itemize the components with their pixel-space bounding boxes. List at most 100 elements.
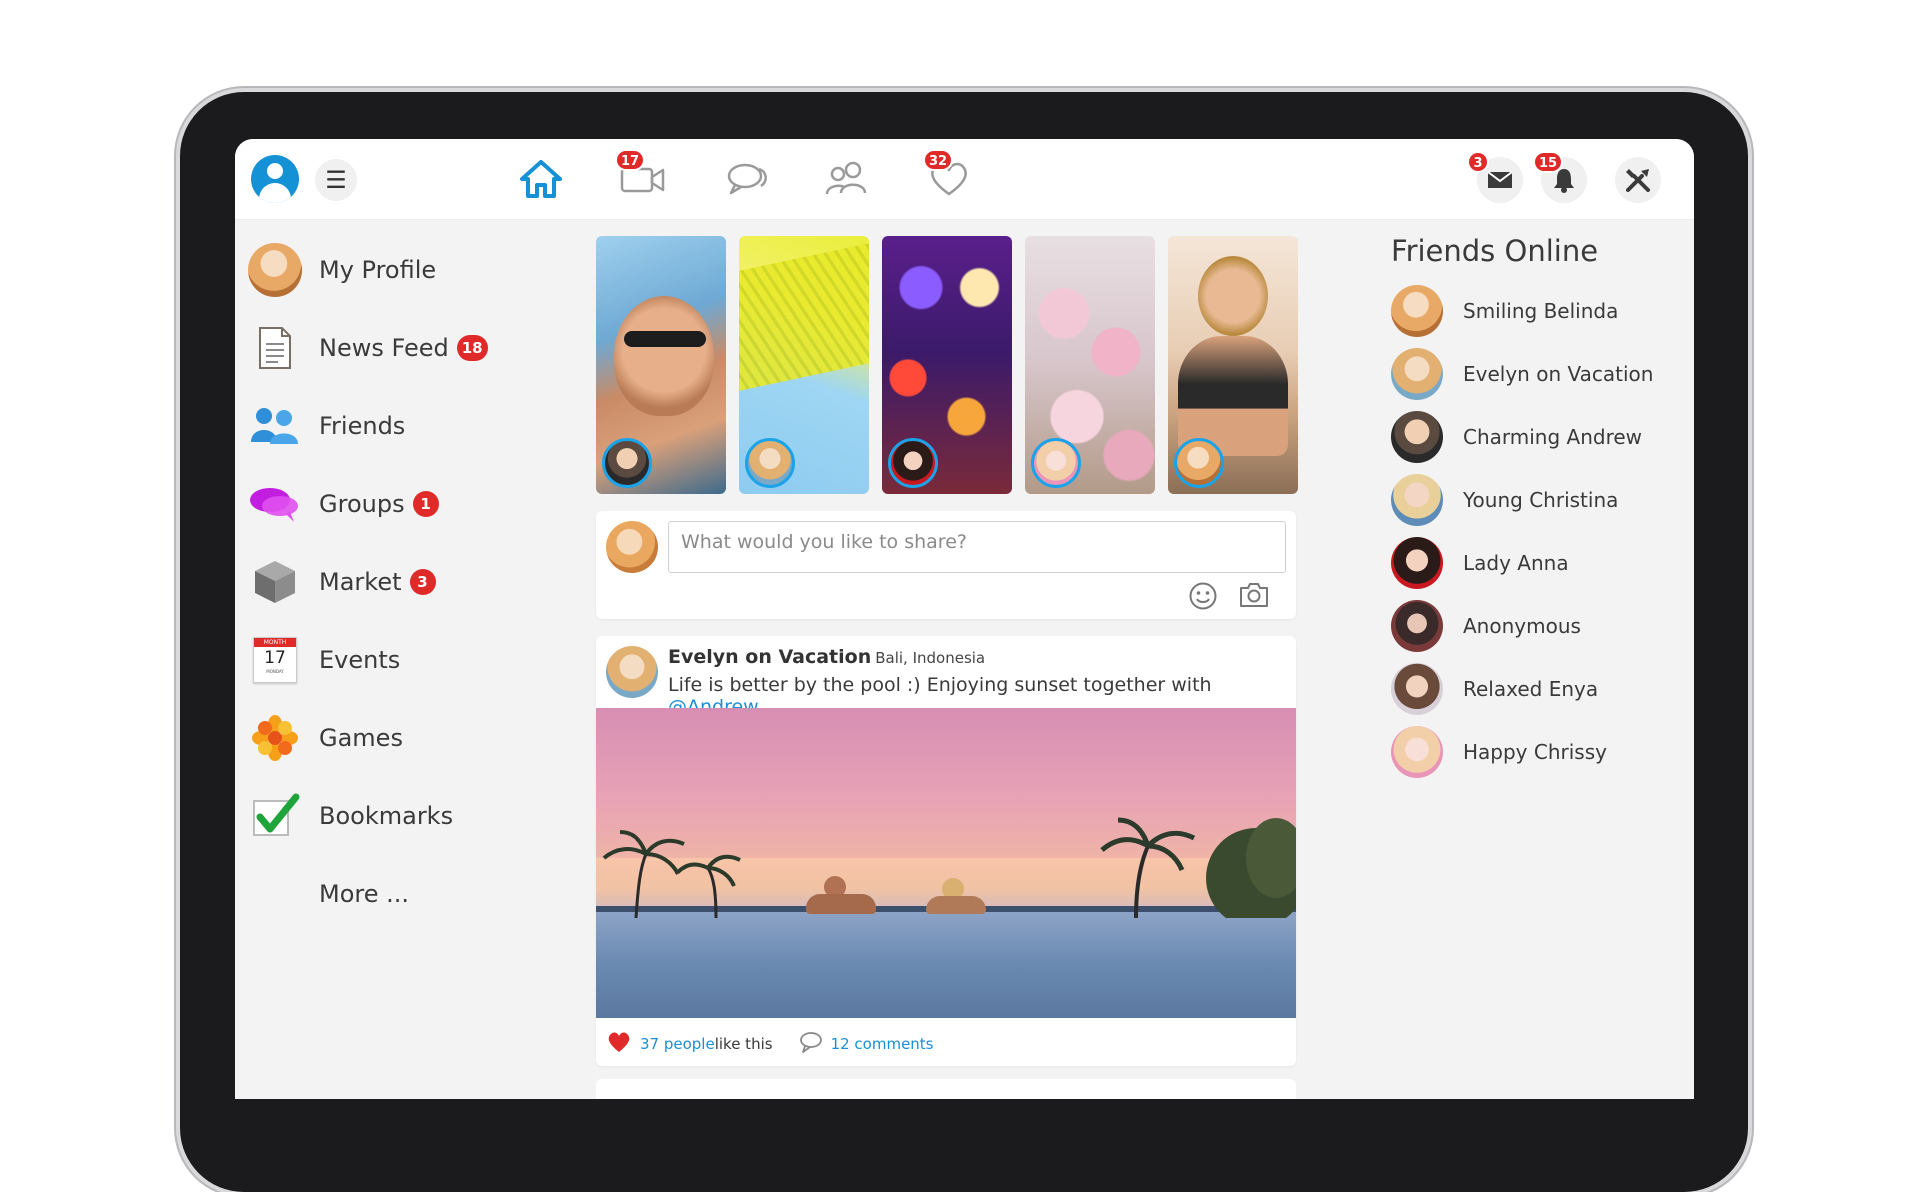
story-image (614, 296, 714, 416)
friend-name: Lady Anna (1463, 550, 1569, 575)
sidebar-item-label: Events (319, 646, 401, 674)
calendar-day: 17 (264, 648, 286, 668)
left-sidebar: My Profile News Feed 18 Friends Groups 1… (247, 231, 527, 933)
story-author-avatar (888, 438, 938, 488)
friend-avatar (1391, 536, 1443, 589)
sidebar-item-label: Groups (319, 490, 405, 518)
sidebar-item-label: Market (319, 568, 402, 596)
friends-online-title: Friends Online (1391, 234, 1599, 268)
sidebar-item-label: More ... (319, 880, 410, 908)
friend-item[interactable]: Evelyn on Vacation (1391, 342, 1681, 405)
composer-avatar (606, 521, 658, 573)
sidebar-item-news-feed[interactable]: News Feed 18 (247, 309, 527, 387)
friend-avatar (1391, 473, 1443, 526)
friend-name: Relaxed Enya (1463, 676, 1599, 701)
post-author-avatar[interactable] (606, 646, 658, 698)
heart-icon[interactable]: 32 (921, 149, 977, 205)
friend-name: Happy Chrissy (1463, 739, 1607, 764)
story-author-avatar (1031, 438, 1081, 488)
likes-badge: 32 (923, 149, 954, 171)
cube-icon (247, 554, 303, 610)
friend-name: Anonymous (1463, 613, 1581, 638)
person-silhouette (926, 896, 986, 914)
tools-icon[interactable] (1615, 157, 1661, 203)
story-card[interactable] (1168, 236, 1298, 494)
story-author-avatar (602, 438, 652, 488)
friend-item[interactable]: Relaxed Enya (1391, 657, 1681, 720)
sidebar-item-label: My Profile (319, 256, 437, 284)
friend-item[interactable]: Young Christina (1391, 468, 1681, 531)
post-location: Bali, Indonesia (875, 649, 986, 667)
friend-avatar (1391, 284, 1443, 337)
story-card[interactable] (882, 236, 1012, 494)
friend-avatar (1391, 599, 1443, 652)
post-footer: 37 people like this 12 comments (606, 1030, 934, 1058)
chat-bubbles-icon[interactable] (719, 153, 775, 205)
friend-item[interactable]: Charming Andrew (1391, 405, 1681, 468)
sidebar-item-market[interactable]: Market 3 (247, 543, 527, 621)
sidebar-item-label: News Feed (319, 334, 449, 362)
post-composer: What would you like to share? (596, 511, 1296, 619)
video-icon[interactable]: 17 (615, 149, 671, 205)
post-photo[interactable] (596, 708, 1296, 1018)
palm-trees-right (1100, 817, 1296, 918)
likes-count-link[interactable]: 37 people (640, 1035, 715, 1053)
camera-icon[interactable] (1238, 581, 1270, 615)
heart-icon[interactable] (606, 1030, 632, 1058)
app-screen: ☰ 17 32 3 15 My Profile News Feed 18 Fri… (235, 139, 1694, 1099)
home-icon[interactable] (513, 153, 569, 205)
friend-item[interactable]: Lady Anna (1391, 531, 1681, 594)
friend-name: Evelyn on Vacation (1463, 361, 1654, 386)
envelope-icon[interactable]: 3 (1467, 151, 1523, 203)
friend-name: Young Christina (1463, 487, 1619, 512)
sidebar-item-bookmarks[interactable]: Bookmarks (247, 777, 527, 855)
sidebar-item-friends[interactable]: Friends (247, 387, 527, 465)
comments-link[interactable]: 12 comments (831, 1035, 934, 1053)
hamburger-menu-icon[interactable]: ☰ (315, 159, 357, 201)
checkmark-icon (247, 788, 303, 844)
groups-badge: 1 (412, 491, 439, 517)
friend-item[interactable]: Happy Chrissy (1391, 720, 1681, 783)
next-post-card (596, 1079, 1296, 1099)
story-author-avatar (1174, 438, 1224, 488)
friend-avatar (1391, 347, 1443, 400)
bell-icon[interactable]: 15 (1533, 151, 1587, 203)
groups-bubbles-icon (247, 476, 303, 532)
sidebar-item-groups[interactable]: Groups 1 (247, 465, 527, 543)
friend-item[interactable]: Anonymous (1391, 594, 1681, 657)
calendar-icon: MONTH 17 MONDAY (247, 632, 303, 688)
calendar-month: MONTH (254, 638, 296, 647)
sidebar-item-games[interactable]: Games (247, 699, 527, 777)
news-feed-badge: 18 (456, 335, 488, 361)
messages-badge: 3 (1467, 151, 1489, 173)
people-icon[interactable] (819, 153, 875, 205)
pool-water (596, 908, 1296, 1018)
stories-strip (596, 236, 1298, 494)
notifications-badge: 15 (1533, 151, 1564, 173)
sidebar-item-my-profile[interactable]: My Profile (247, 231, 527, 309)
share-input[interactable]: What would you like to share? (668, 521, 1286, 573)
games-flower-icon (247, 710, 303, 766)
smiley-icon[interactable] (1188, 581, 1218, 615)
sunglasses-shape (624, 331, 706, 347)
top-navigation-bar: ☰ 17 32 3 15 (235, 139, 1694, 220)
story-card[interactable] (596, 236, 726, 494)
sidebar-item-events[interactable]: MONTH 17 MONDAY Events (247, 621, 527, 699)
post-text-body: Life is better by the pool :) Enjoying s… (668, 674, 1212, 696)
market-badge: 3 (409, 569, 436, 595)
friend-item[interactable]: Smiling Belinda (1391, 279, 1681, 342)
story-card[interactable] (739, 236, 869, 494)
post-author-name[interactable]: Evelyn on Vacation (668, 646, 871, 668)
feed-post: Evelyn on Vacation Bali, Indonesia Life i… (596, 636, 1296, 1066)
comment-icon[interactable] (799, 1031, 823, 1057)
profile-avatar (248, 243, 302, 297)
story-image (1198, 256, 1268, 336)
story-card[interactable] (1025, 236, 1155, 494)
friends-icon (247, 398, 303, 454)
sidebar-item-more[interactable]: More ... (247, 855, 527, 933)
story-author-avatar (745, 438, 795, 488)
friend-avatar (1391, 410, 1443, 463)
user-avatar-icon[interactable] (251, 155, 299, 203)
document-icon (247, 320, 303, 376)
likes-suffix: like this (714, 1035, 773, 1053)
